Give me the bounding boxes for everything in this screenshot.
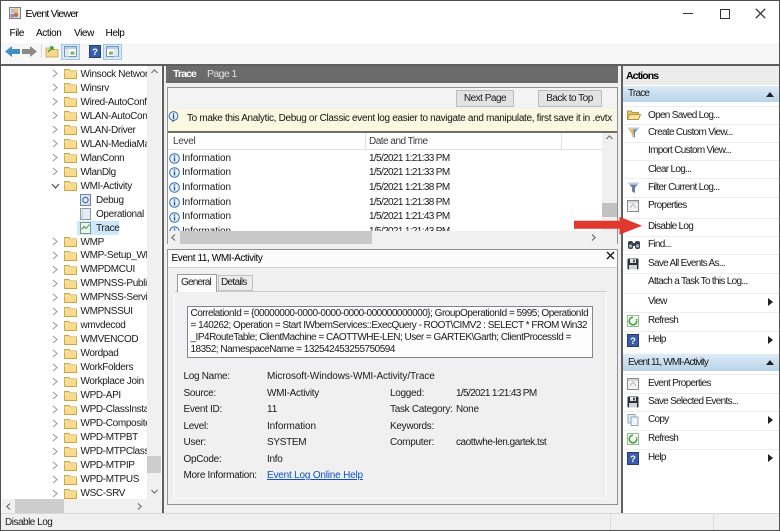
svg-text:?: ?	[630, 336, 636, 347]
svg-text:?: ?	[630, 454, 636, 465]
svg-text:?: ?	[92, 47, 98, 58]
